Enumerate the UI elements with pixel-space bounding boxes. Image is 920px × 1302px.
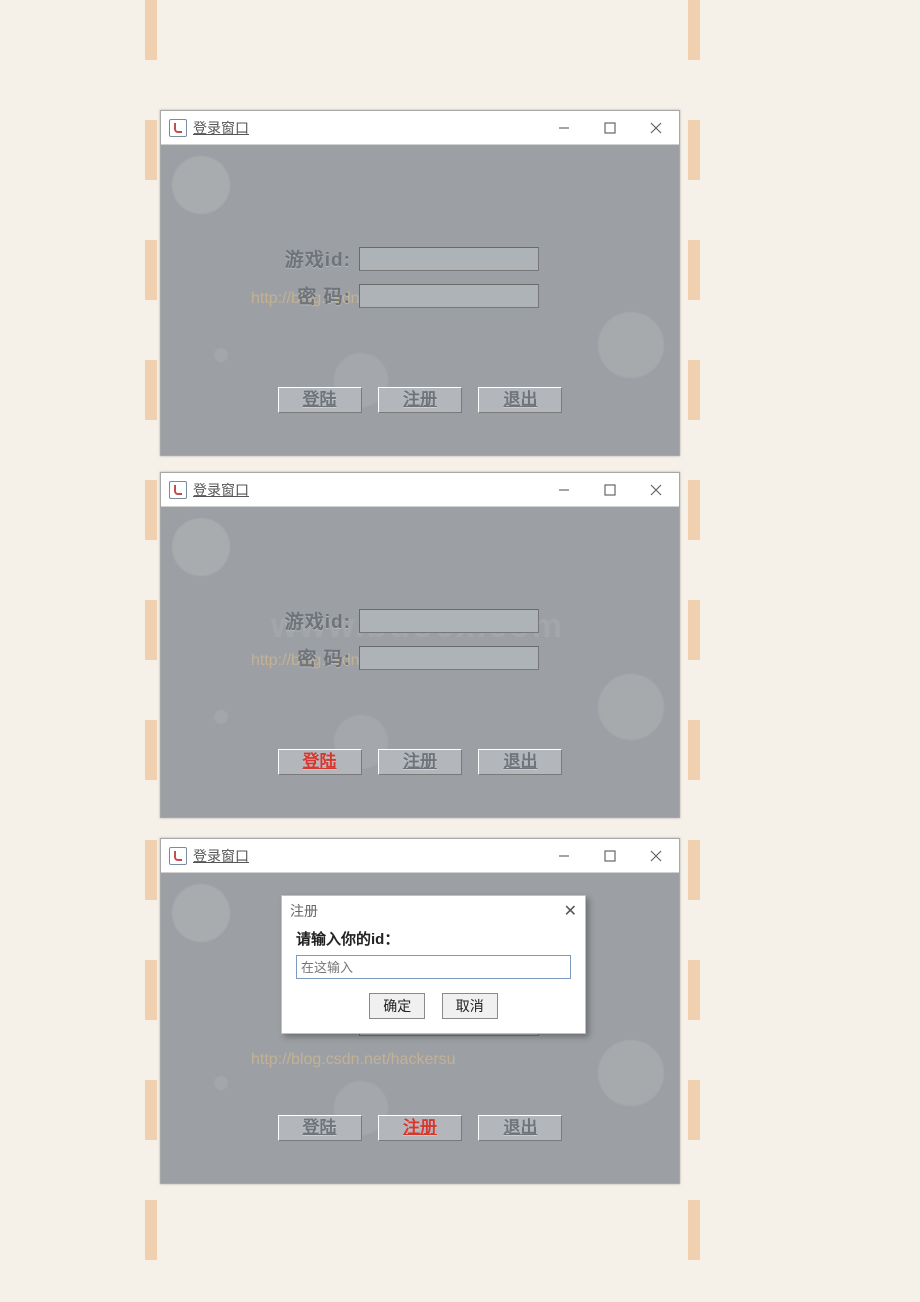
game-id-label: 游戏id: [261,245,351,272]
java-icon [169,481,187,499]
exit-button[interactable]: 退出 [478,749,562,775]
dialog-cancel-button[interactable]: 取消 [442,993,498,1019]
titlebar[interactable]: 登录窗口 [161,473,679,507]
window-title: 登录窗口 [193,846,249,866]
java-icon [169,847,187,865]
titlebar[interactable]: 登录窗口 [161,839,679,873]
minimize-button[interactable] [541,111,587,144]
password-label: 密 码: [261,644,351,671]
game-id-input[interactable] [359,609,539,633]
password-input[interactable] [359,646,539,670]
close-button[interactable] [633,473,679,506]
java-icon [169,119,187,137]
game-id-input[interactable] [359,247,539,271]
maximize-button[interactable] [587,473,633,506]
close-button[interactable] [633,111,679,144]
login-button[interactable]: 登陆 [278,1115,362,1141]
dialog-prompt: 请输入你的id： [296,928,571,949]
login-window: 登录窗口 http://blog.csdn.net/hackersu 游戏id:… [160,110,680,456]
minimize-button[interactable] [541,473,587,506]
window-title: 登录窗口 [193,118,249,138]
exit-button[interactable]: 退出 [478,1115,562,1141]
dialog-input[interactable] [296,955,571,979]
register-dialog: 注册 ✕ 请输入你的id： 确定 取消 [281,895,586,1034]
register-button[interactable]: 注册 [378,1115,462,1141]
dialog-close-icon[interactable]: ✕ [564,901,577,921]
register-button[interactable]: 注册 [378,749,462,775]
login-button[interactable]: 登陆 [278,749,362,775]
login-window: 登录窗口 www.bdocx.com http://blog.csdn.net/… [160,472,680,818]
login-window: 登录窗口 http://blog.csdn.net/hackersu 游戏id:… [160,838,680,1184]
exit-button[interactable]: 退出 [478,387,562,413]
watermark-text: http://blog.csdn.net/hackersu [251,1051,456,1069]
titlebar[interactable]: 登录窗口 [161,111,679,145]
maximize-button[interactable] [587,839,633,872]
game-id-label: 游戏id: [261,607,351,634]
login-button[interactable]: 登陆 [278,387,362,413]
password-label: 密 码: [261,282,351,309]
dialog-ok-button[interactable]: 确定 [369,993,425,1019]
dialog-title: 注册 [290,901,318,921]
password-input[interactable] [359,284,539,308]
close-button[interactable] [633,839,679,872]
window-title: 登录窗口 [193,480,249,500]
maximize-button[interactable] [587,111,633,144]
minimize-button[interactable] [541,839,587,872]
register-button[interactable]: 注册 [378,387,462,413]
